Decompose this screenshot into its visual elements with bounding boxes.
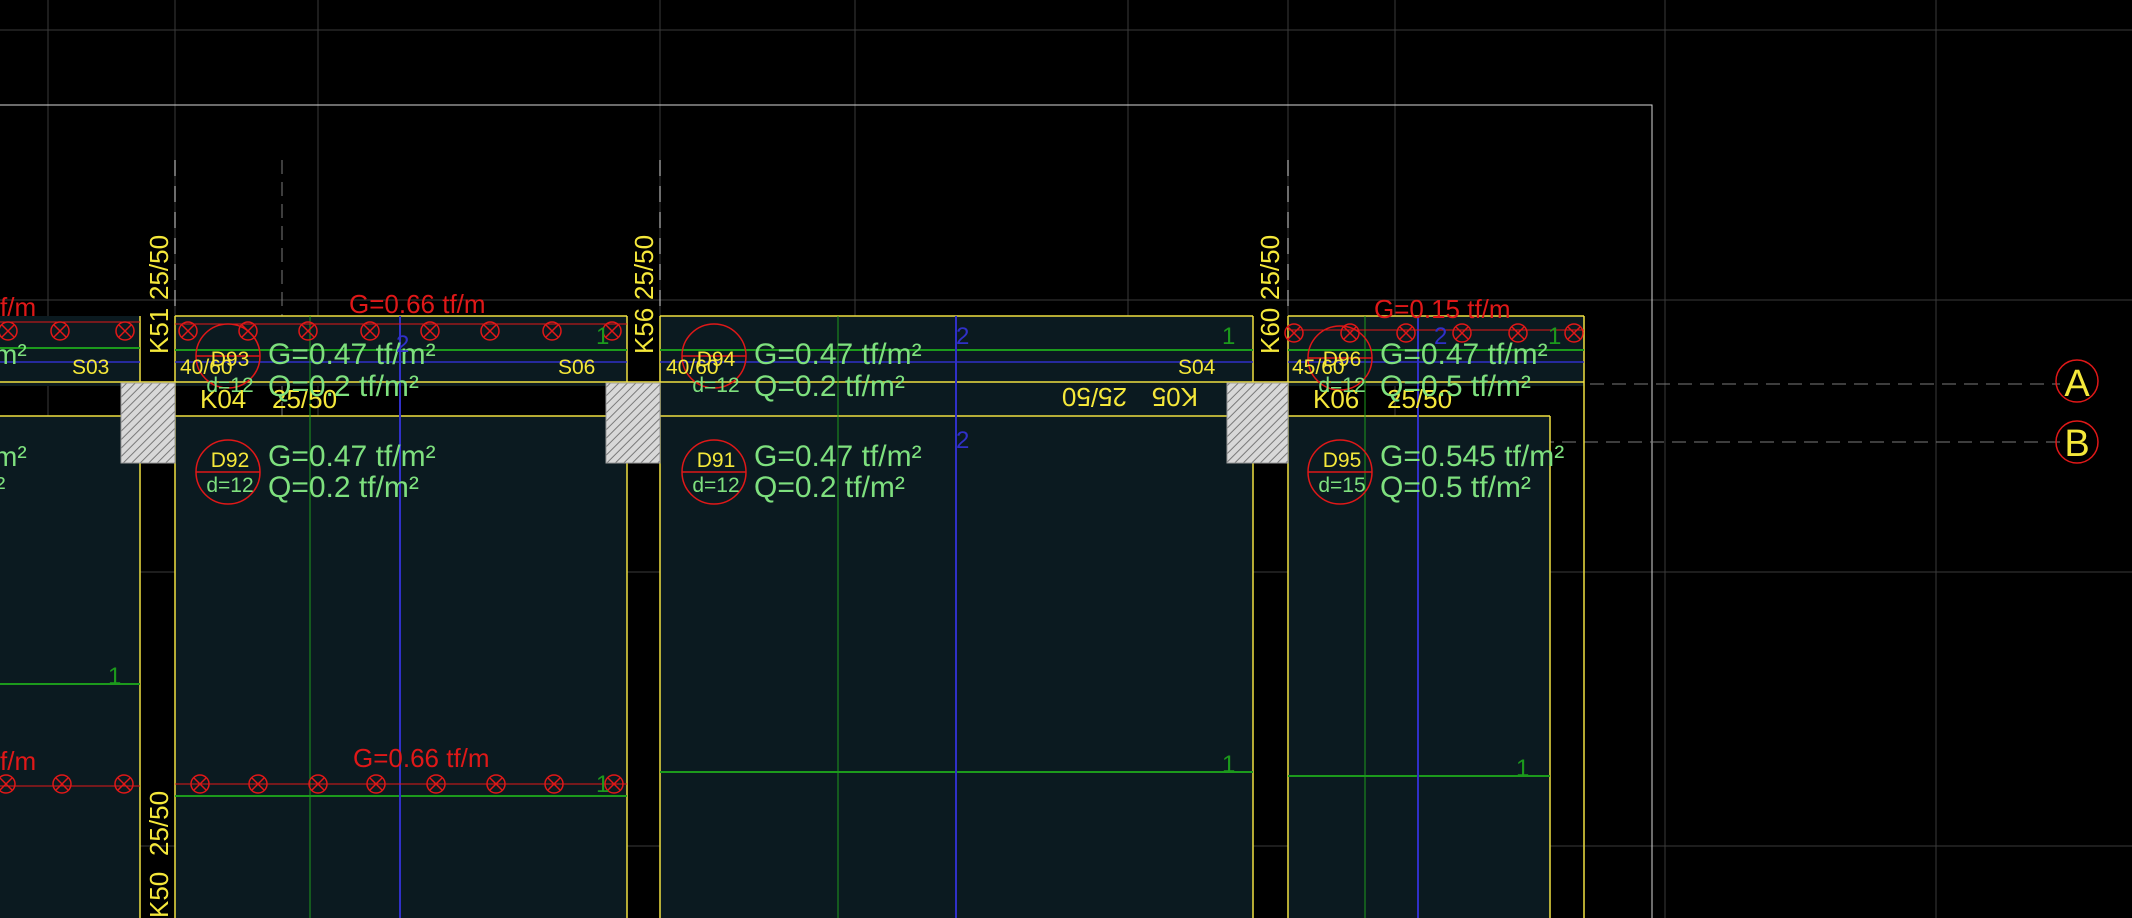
slab-d91-g-load: G=0.47 tf/m² xyxy=(754,440,922,473)
slab-d92-thickness: d=12 xyxy=(206,474,253,497)
column-k51-dim: 25/50 xyxy=(144,235,174,300)
slab-d91-id: D91 xyxy=(697,449,736,472)
column-k60-dim: 25/50 xyxy=(1255,235,1285,300)
axis-a-label: A xyxy=(2064,363,2090,405)
slab-d95-thickness: d=15 xyxy=(1318,474,1365,497)
slab-d92-q-load: Q=0.2 tf/m² xyxy=(268,471,419,504)
strip-number-1a: 1 xyxy=(596,323,609,350)
slab-d94-id: D94 xyxy=(697,348,736,371)
strip-number-1g: 1 xyxy=(1516,755,1529,782)
section-s04: S04 xyxy=(1178,356,1216,379)
strip-number-2d: 2 xyxy=(956,427,969,454)
cad-drawing-canvas[interactable]: A B K51 25/50 K56 25/50 K60 25/50 25/50 … xyxy=(0,0,2132,918)
strip-number-1f: 1 xyxy=(1222,751,1235,778)
line-load-top-right: G=0.15 tf/m xyxy=(1374,294,1511,324)
column-k56[interactable] xyxy=(605,382,661,464)
line-load-top-left: G=0.66 tf/m xyxy=(349,289,486,319)
axis-b-label: B xyxy=(2064,423,2089,465)
slab-d93-id: D93 xyxy=(211,348,250,371)
slab-d93-q-load: Q=0.2 tf/m² xyxy=(268,370,419,403)
slab-d96-thickness: d=12 xyxy=(1318,374,1365,397)
beam-k05-label: K05 xyxy=(1152,382,1198,412)
partial-top-line-load: f/m xyxy=(0,292,36,322)
column-k50-dim: 25/50 xyxy=(144,791,174,856)
section-s03: S03 xyxy=(72,356,109,379)
slab-d91-thickness: d=12 xyxy=(692,474,739,497)
slab-d93-thickness: d=12 xyxy=(206,374,253,397)
column-k60[interactable] xyxy=(1226,382,1289,464)
section-s06: S06 xyxy=(558,356,595,379)
column-extensions xyxy=(174,160,1289,316)
column-k50-label: K50 xyxy=(144,872,174,918)
slab-d95-q-load: Q=0.5 tf/m² xyxy=(1380,471,1531,504)
slab-d96-q-load: Q=0.5 tf/m² xyxy=(1380,370,1531,403)
slab-d91-q-load: Q=0.2 tf/m² xyxy=(754,471,905,504)
strip-number-2a: 2 xyxy=(396,331,409,358)
line-load-bottom: G=0.66 tf/m xyxy=(353,743,490,773)
partial-slab-unit-c: ² xyxy=(0,472,5,503)
slab-d94-g-load: G=0.47 tf/m² xyxy=(754,338,922,371)
strip-number-1c: 1 xyxy=(1548,323,1561,350)
slab-d95-id: D95 xyxy=(1323,449,1362,472)
strip-number-2c: 2 xyxy=(1434,323,1447,350)
partial-slab-unit-a: m² xyxy=(0,339,27,370)
strip-number-1e: 1 xyxy=(596,771,609,798)
strip-number-1d: 1 xyxy=(108,663,121,690)
column-k56-label: K56 xyxy=(629,308,659,354)
slab-d93-g-load: G=0.47 tf/m² xyxy=(268,338,436,371)
partial-bottom-line-load: f/m xyxy=(0,746,36,776)
beam-k05-dim: 25/50 xyxy=(1062,382,1127,412)
slab-d92-g-load: G=0.47 tf/m² xyxy=(268,440,436,473)
partial-slab-unit-b: m² xyxy=(0,441,27,472)
slab-d92-id: D92 xyxy=(211,449,250,472)
strip-number-2b: 2 xyxy=(956,323,969,350)
slab-d94-thickness: d=12 xyxy=(692,374,739,397)
slab-d96-id: D96 xyxy=(1323,348,1362,371)
column-k56-dim: 25/50 xyxy=(629,235,659,300)
axis-bubbles[interactable]: A B xyxy=(2055,359,2099,465)
column-k51[interactable] xyxy=(120,382,176,464)
slab-d94-q-load: Q=0.2 tf/m² xyxy=(754,370,905,403)
column-k51-label: K51 xyxy=(144,308,174,354)
slab-d96-g-load: G=0.47 tf/m² xyxy=(1380,338,1548,371)
slab-d95-g-load: G=0.545 tf/m² xyxy=(1380,440,1564,473)
column-k60-label: K60 xyxy=(1255,308,1285,354)
strip-number-1b: 1 xyxy=(1222,323,1235,350)
